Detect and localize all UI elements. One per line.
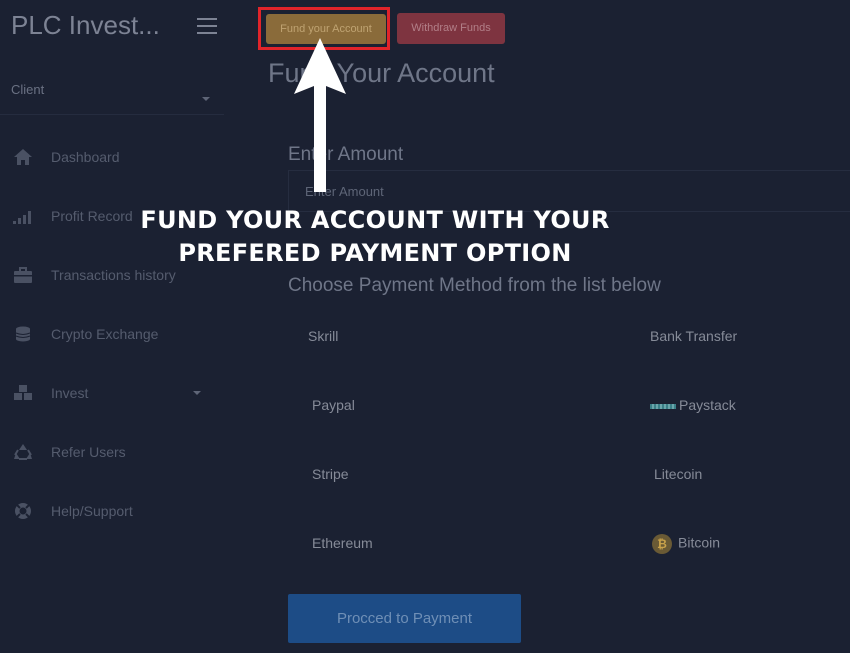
sidebar-item-help-support[interactable]: Help/Support [0,496,224,526]
payment-method-label: Choose Payment Method from the list belo… [288,275,661,296]
home-icon [14,149,32,165]
sidebar-item-dashboard[interactable]: Dashboard [0,142,224,172]
arrow-up-icon [294,38,346,192]
sidebar-item-label: Dashboard [51,149,120,165]
sidebar-item-label: Crypto Exchange [51,326,159,342]
bitcoin-icon: ₿ [652,534,672,554]
payment-method-paypal[interactable]: Paypal [312,397,355,413]
payment-method-bitcoin[interactable]: ₿ Bitcoin [652,534,720,554]
sidebar-divider [0,114,224,115]
app-brand[interactable]: PLC Invest... [11,10,160,41]
sidebar-item-invest[interactable]: Invest [0,378,224,408]
payment-method-litecoin[interactable]: Litecoin [654,466,702,482]
annotation-line-2: PREFERED PAYMENT OPTION [178,239,572,267]
paystack-logo-icon [650,403,676,409]
payment-method-ethereum[interactable]: Ethereum [312,535,373,551]
sidebar-item-label: Refer Users [51,444,126,460]
sidebar-item-crypto-exchange[interactable]: Crypto Exchange [0,319,224,349]
user-role-dropdown[interactable]: Client [11,82,44,97]
cubes-icon [14,385,32,400]
withdraw-funds-button[interactable]: Withdraw Funds [397,13,505,44]
sidebar: PLC Invest... Client Dashboard Profit Re… [0,0,224,653]
coins-icon [15,326,31,342]
payment-method-label: Bitcoin [678,534,721,551]
chevron-down-icon[interactable] [202,97,210,101]
recycle-icon [14,444,32,460]
lifebuoy-icon [15,503,31,519]
hamburger-menu-icon[interactable] [197,18,217,34]
sidebar-item-label: Help/Support [51,503,133,519]
annotation-line-1: FUND YOUR ACCOUNT WITH YOUR [140,206,610,234]
payment-method-label: Paystack [679,397,736,413]
annotation-caption: FUND YOUR ACCOUNT WITH YOUR PREFERED PAY… [120,204,630,270]
sidebar-item-refer-users[interactable]: Refer Users [0,437,224,467]
signal-icon [13,211,31,224]
proceed-to-payment-button[interactable]: Procced to Payment [288,594,521,643]
payment-method-bank-transfer[interactable]: Bank Transfer [650,328,737,344]
chevron-down-icon [193,391,201,395]
briefcase-icon [14,267,32,283]
payment-method-paystack[interactable]: Paystack [650,397,736,413]
payment-method-skrill[interactable]: Skrill [308,328,338,344]
sidebar-item-label: Invest [51,385,89,401]
payment-method-stripe[interactable]: Stripe [312,466,349,482]
